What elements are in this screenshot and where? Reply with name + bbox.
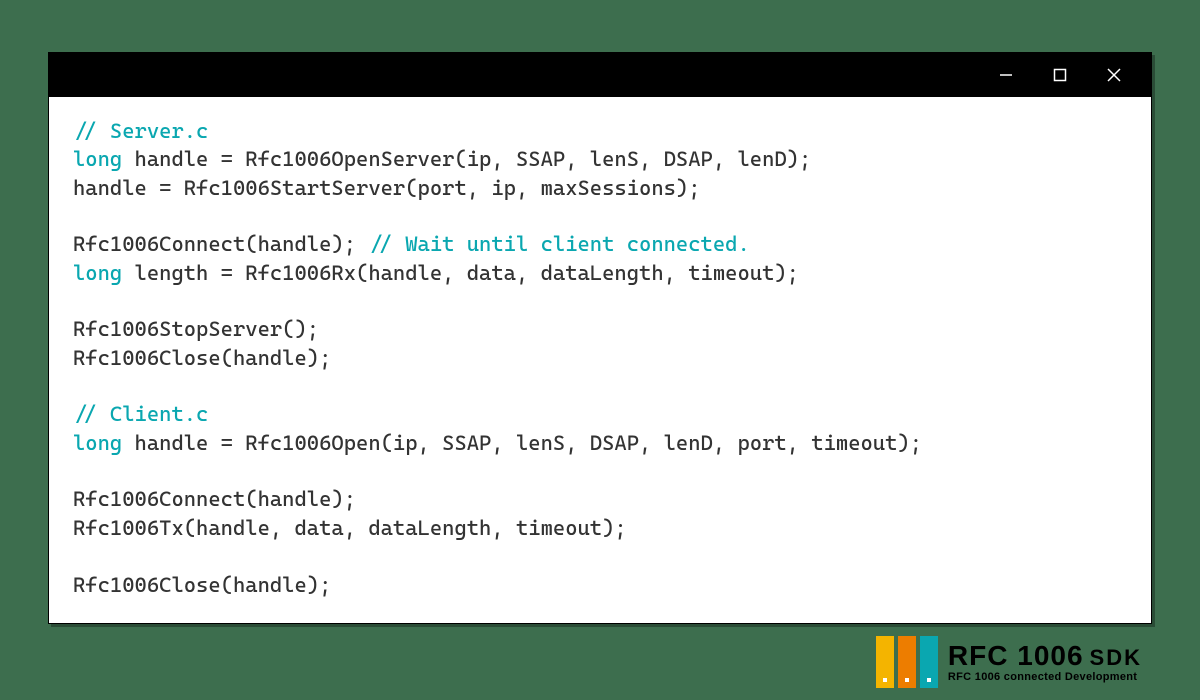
code-comment: // Client.c xyxy=(73,402,208,426)
logo-bar xyxy=(876,636,894,688)
code-text: handle = Rfc1006StartServer(port, ip, ma… xyxy=(73,176,701,200)
logo-bar xyxy=(920,636,938,688)
logo-title: RFC 1006SDK xyxy=(948,642,1142,670)
minimize-button[interactable] xyxy=(979,53,1033,97)
logo-title-main: RFC 1006 xyxy=(948,640,1084,671)
logo-text: RFC 1006SDK RFC 1006 connected Developme… xyxy=(948,642,1142,683)
logo-bars-icon xyxy=(876,636,938,688)
maximize-button[interactable] xyxy=(1033,53,1087,97)
logo-title-sdk: SDK xyxy=(1090,645,1142,670)
code-text: Rfc1006Tx(handle, data, dataLength, time… xyxy=(73,516,627,540)
code-text: Rfc1006Connect(handle); xyxy=(73,232,368,256)
code-comment: // Server.c xyxy=(73,119,208,143)
code-content: // Server.c long handle = Rfc1006OpenSer… xyxy=(49,97,1151,619)
code-text: handle = Rfc1006OpenServer(ip, SSAP, len… xyxy=(122,147,811,171)
code-text: Rfc1006Connect(handle); xyxy=(73,487,356,511)
titlebar xyxy=(49,53,1151,97)
code-keyword: long xyxy=(73,147,122,171)
code-comment: // Wait until client connected. xyxy=(368,232,749,256)
code-text: length = Rfc1006Rx(handle, data, dataLen… xyxy=(122,261,799,285)
logo-subtitle: RFC 1006 connected Development xyxy=(948,672,1142,683)
terminal-window: // Server.c long handle = Rfc1006OpenSer… xyxy=(48,52,1152,624)
code-text: Rfc1006Close(handle); xyxy=(73,346,331,370)
minimize-icon xyxy=(998,67,1014,83)
close-button[interactable] xyxy=(1087,53,1141,97)
code-keyword: long xyxy=(73,261,122,285)
brand-logo: RFC 1006SDK RFC 1006 connected Developme… xyxy=(876,636,1142,688)
code-text: Rfc1006StopServer(); xyxy=(73,317,319,341)
logo-bar xyxy=(898,636,916,688)
code-text: handle = Rfc1006Open(ip, SSAP, lenS, DSA… xyxy=(122,431,922,455)
code-keyword: long xyxy=(73,431,122,455)
code-text: Rfc1006Close(handle); xyxy=(73,573,331,597)
close-icon xyxy=(1106,67,1122,83)
maximize-icon xyxy=(1053,68,1067,82)
